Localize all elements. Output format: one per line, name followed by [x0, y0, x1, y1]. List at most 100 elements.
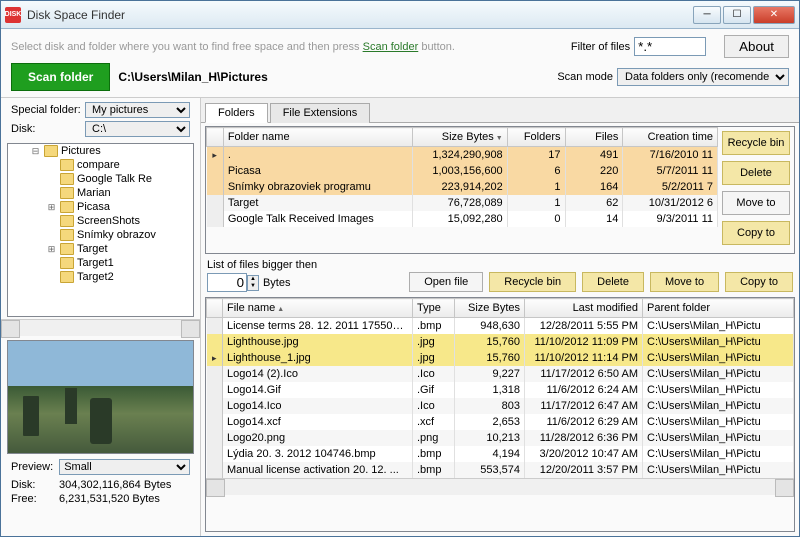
table-row[interactable]: Lighthouse_1.jpg.jpg15,76011/10/2012 11:… — [207, 350, 794, 366]
expand-icon[interactable]: ⊞ — [46, 202, 57, 213]
tree-scrollbar[interactable] — [1, 319, 200, 336]
recycle-bin-folder-button[interactable]: Recycle bin — [722, 131, 790, 155]
col-creation-time[interactable]: Creation time — [623, 128, 718, 147]
spin-up-icon[interactable]: ▲ — [248, 276, 258, 283]
col-file-name[interactable]: File name▲ — [223, 299, 413, 318]
maximize-button[interactable]: ☐ — [723, 6, 751, 24]
tree-item[interactable]: Marian — [8, 186, 193, 200]
tree-item[interactable]: ⊞Target — [8, 242, 193, 256]
col-folder-name[interactable]: Folder name — [223, 128, 412, 147]
instruction-link[interactable]: Scan folder — [363, 41, 419, 53]
cell-parent: C:\Users\Milan_H\Pictu — [643, 366, 794, 382]
cell-mtime: 11/6/2012 6:29 AM — [525, 414, 643, 430]
tree-item[interactable]: compare — [8, 158, 193, 172]
spin-buttons: ▲ ▼ — [247, 275, 259, 291]
folder-tree[interactable]: ⊟ PicturescompareGoogle Talk ReMarian⊞Pic… — [7, 143, 194, 317]
app-window: DISK Disk Space Finder ─ ☐ ✕ Select disk… — [0, 0, 800, 537]
preview-size-select[interactable]: Small — [59, 459, 190, 475]
move-to-folder-button[interactable]: Move to — [722, 191, 790, 215]
files-grid-body[interactable]: File name▲ Type Size Bytes Last modified… — [206, 298, 794, 531]
delete-folder-button[interactable]: Delete — [722, 161, 790, 185]
spin-down-icon[interactable]: ▼ — [248, 283, 258, 290]
col-type[interactable]: Type — [413, 299, 455, 318]
col-files[interactable]: Files — [565, 128, 623, 147]
cell-file-name: Logo20.png — [223, 430, 413, 446]
table-row[interactable]: Lýdia 20. 3. 2012 104746.bmp.bmp4,1943/2… — [207, 446, 794, 462]
cell-folder-name: Picasa — [223, 163, 412, 179]
tab-folders[interactable]: Folders — [205, 103, 268, 123]
special-folder-select[interactable]: My pictures — [85, 102, 190, 118]
tree-item[interactable]: ⊟ Pictures — [8, 144, 193, 158]
row-marker — [207, 179, 224, 195]
folders-grid-body[interactable]: Folder name Size Bytes▼ Folders Files Cr… — [206, 127, 718, 253]
open-file-file-button[interactable]: Open file — [409, 272, 483, 292]
col-size-bytes[interactable]: Size Bytes▼ — [413, 128, 508, 147]
cell-folder-name: Snímky obrazoviek programu — [223, 179, 412, 195]
tree-item[interactable]: ScreenShots — [8, 214, 193, 228]
titlebar[interactable]: DISK Disk Space Finder ─ ☐ ✕ — [1, 1, 799, 29]
expand-icon[interactable]: ⊟ — [30, 146, 41, 157]
right-pane: Folders File Extensions Folder name Size… — [201, 98, 799, 536]
table-row[interactable]: .1,324,290,908174917/16/2010 11 — [207, 147, 718, 164]
table-row[interactable]: Picasa1,003,156,60062205/7/2011 11 — [207, 163, 718, 179]
cell-type: .jpg — [413, 334, 455, 350]
cell-parent: C:\Users\Milan_H\Pictu — [643, 462, 794, 478]
tree-item[interactable]: Snímky obrazov — [8, 228, 193, 242]
scan-folder-button[interactable]: Scan folder — [11, 63, 110, 91]
expand-icon[interactable]: ⊞ — [46, 244, 57, 255]
scan-mode-area: Scan mode Data folders only (recomended) — [557, 68, 789, 86]
tree-item[interactable]: Google Talk Re — [8, 172, 193, 186]
cell-parent: C:\Users\Milan_H\Pictu — [643, 382, 794, 398]
files-scrollbar[interactable] — [206, 478, 794, 495]
row-marker — [207, 163, 224, 179]
col-folders[interactable]: Folders — [507, 128, 565, 147]
cell-files: 14 — [565, 211, 623, 227]
bigger-than-unit: Bytes — [263, 277, 291, 289]
folder-icon — [44, 145, 58, 157]
table-row[interactable]: Logo20.png.png10,21311/28/2012 6:36 PMC:… — [207, 430, 794, 446]
close-button[interactable]: ✕ — [753, 6, 795, 24]
delete-file-button[interactable]: Delete — [582, 272, 644, 292]
table-row[interactable]: Logo14.Gif.Gif1,31811/6/2012 6:24 AMC:\U… — [207, 382, 794, 398]
table-row[interactable]: Lighthouse.jpg.jpg15,76011/10/2012 11:09… — [207, 334, 794, 350]
sort-desc-icon: ▼ — [496, 135, 503, 142]
tree-item[interactable]: ⊞Picasa — [8, 200, 193, 214]
tree-item-label: Pictures — [61, 145, 101, 157]
recycle-bin-file-button[interactable]: Recycle bin — [489, 272, 576, 292]
tree-item[interactable]: Target2 — [8, 270, 193, 284]
scan-mode-select[interactable]: Data folders only (recomended) — [617, 68, 789, 86]
cell-size: 15,760 — [455, 334, 525, 350]
table-row[interactable]: Snímky obrazoviek programu223,914,202116… — [207, 179, 718, 195]
cell-size: 1,318 — [455, 382, 525, 398]
table-row[interactable]: Logo14.xcf.xcf2,65311/6/2012 6:29 AMC:\U… — [207, 414, 794, 430]
bigger-than-input[interactable] — [207, 273, 247, 292]
table-row[interactable]: Google Talk Received Images15,092,280014… — [207, 211, 718, 227]
cell-ctime: 5/7/2011 11 — [623, 163, 718, 179]
table-row[interactable]: License terms 28. 12. 2011 175502.bmp.bm… — [207, 318, 794, 335]
cell-size: 1,324,290,908 — [413, 147, 508, 164]
table-row[interactable]: Target76,728,08916210/31/2012 6 — [207, 195, 718, 211]
disk-select[interactable]: C:\ — [85, 121, 190, 137]
row-marker — [207, 366, 223, 382]
table-row[interactable]: Logo14 (2).Ico.Ico9,22711/17/2012 6:50 A… — [207, 366, 794, 382]
move-to-file-button[interactable]: Move to — [650, 272, 719, 292]
tree-item[interactable]: Target1 — [8, 256, 193, 270]
col-last-modified[interactable]: Last modified — [525, 299, 643, 318]
col-file-size[interactable]: Size Bytes — [455, 299, 525, 318]
tab-file-extensions[interactable]: File Extensions — [270, 103, 371, 123]
cell-parent: C:\Users\Milan_H\Pictu — [643, 318, 794, 335]
minimize-button[interactable]: ─ — [693, 6, 721, 24]
window-title: Disk Space Finder — [27, 8, 693, 22]
filter-input[interactable] — [634, 37, 706, 56]
cell-mtime: 12/20/2011 3:57 PM — [525, 462, 643, 478]
table-row[interactable]: Manual license activation 20. 12. ....bm… — [207, 462, 794, 478]
cell-parent: C:\Users\Milan_H\Pictu — [643, 398, 794, 414]
table-row[interactable]: Logo14.Ico.Ico80311/17/2012 6:47 AMC:\Us… — [207, 398, 794, 414]
about-button[interactable]: About — [724, 35, 789, 58]
cell-file-name: Logo14.xcf — [223, 414, 413, 430]
copy-to-file-button[interactable]: Copy to — [725, 272, 793, 292]
tree-item-label: Marian — [77, 187, 111, 199]
col-parent-folder[interactable]: Parent folder — [643, 299, 794, 318]
copy-to-folder-button[interactable]: Copy to — [722, 221, 790, 245]
disk-stat: Disk: 304,302,116,864 Bytes — [1, 478, 200, 492]
